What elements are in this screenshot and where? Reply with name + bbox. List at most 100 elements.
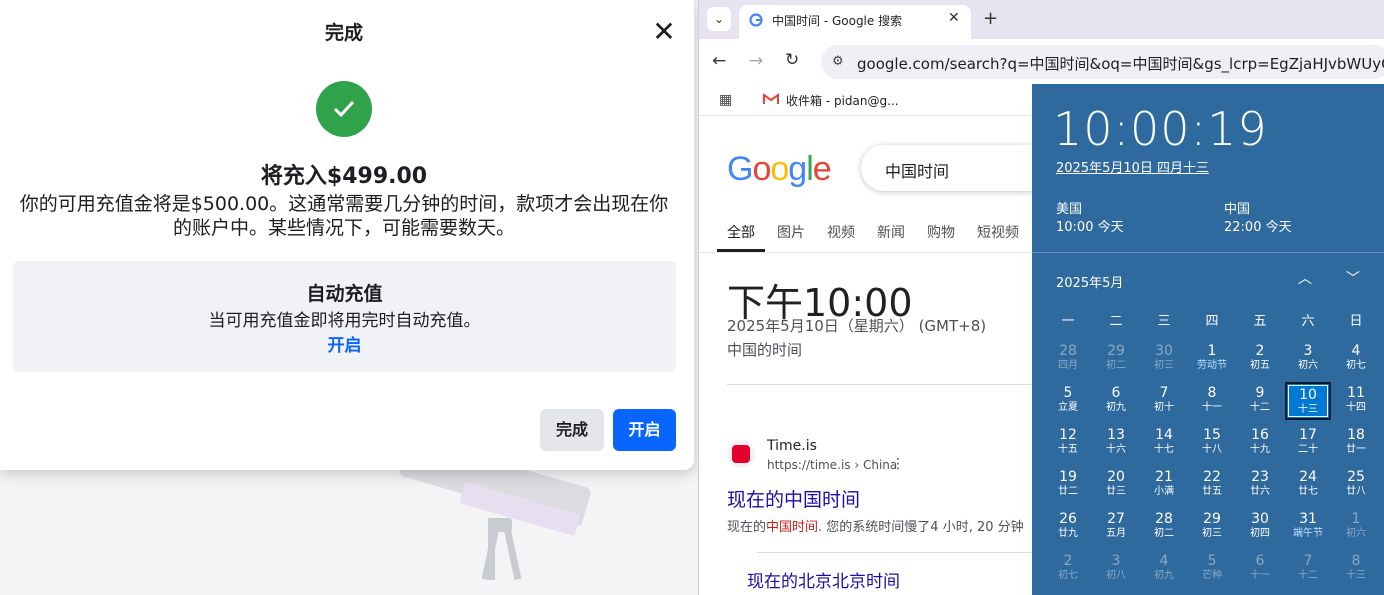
- calendar-day[interactable]: 28 四月: [1045, 340, 1091, 378]
- calendar-day[interactable]: 25 廿八: [1333, 466, 1379, 504]
- day-number: 2: [1255, 343, 1265, 359]
- address-bar[interactable]: ⚙ google.com/search?q=中国时间&oq=中国时间&gs_lc…: [821, 45, 1384, 79]
- search-query[interactable]: 中国时间: [885, 158, 949, 182]
- calendar-day[interactable]: 16 十九: [1237, 424, 1283, 462]
- day-number: 6: [1255, 553, 1265, 569]
- day-number: 9: [1255, 385, 1265, 401]
- lunar-date: 四月: [1058, 360, 1078, 371]
- calendar-day[interactable]: 6 初九: [1093, 382, 1139, 420]
- weekday-label: 四: [1205, 314, 1219, 329]
- world-clock-name: 中国: [1224, 202, 1251, 217]
- result-url[interactable]: https://time.is › China: [767, 458, 897, 472]
- calendar-day[interactable]: 6 十一: [1237, 550, 1283, 588]
- search-tab[interactable]: 图片: [777, 222, 805, 242]
- google-logo-letter: G: [727, 150, 753, 188]
- calendar-day[interactable]: 12 十五: [1045, 424, 1091, 462]
- chevron-down-icon[interactable]: ﹀: [1346, 268, 1360, 288]
- calendar-day[interactable]: 17 二十: [1285, 424, 1331, 462]
- result-title-2[interactable]: 现在的北京北京时间: [747, 567, 900, 592]
- bookmark-gmail[interactable]: 收件箱 - pidan@g...: [786, 92, 899, 109]
- calendar-day[interactable]: 1 劳动节: [1189, 340, 1235, 378]
- calendar-day[interactable]: 15 十八: [1189, 424, 1235, 462]
- google-logo[interactable]: Google: [727, 150, 832, 189]
- tab-search-chevron-icon[interactable]: ⌄: [707, 7, 731, 31]
- search-tab[interactable]: 短视频: [977, 222, 1019, 242]
- forward-arrow-icon[interactable]: →: [749, 51, 763, 71]
- lunar-date: 芒种: [1202, 570, 1222, 581]
- calendar-day[interactable]: 27 五月: [1093, 508, 1139, 546]
- lunar-date: 初三: [1154, 360, 1174, 371]
- result-site-name[interactable]: Time.is: [767, 438, 817, 454]
- calendar-day[interactable]: 22 廿五: [1189, 466, 1235, 504]
- tab-close-icon[interactable]: ✕: [948, 10, 960, 26]
- calendar-day[interactable]: 2 初五: [1237, 340, 1283, 378]
- auto-recharge-card: 自动充值 当可用充值金即将用完时自动充值。 开启: [13, 261, 676, 372]
- enable-button[interactable]: 开启: [613, 409, 676, 451]
- calendar-day[interactable]: 26 廿九: [1045, 508, 1091, 546]
- calendar-day[interactable]: 30 初三: [1141, 340, 1187, 378]
- lunar-date: 初七: [1346, 360, 1366, 371]
- back-arrow-icon[interactable]: ←: [712, 51, 726, 71]
- calendar-day[interactable]: 4 初九: [1141, 550, 1187, 588]
- screen: 完成 ✕ 将充入$499.00 你的可用充值金将是$500.00。这通常需要几分…: [0, 0, 1384, 595]
- result-title[interactable]: 现在的中国时间: [727, 485, 860, 512]
- calendar-day[interactable]: 28 初二: [1141, 508, 1187, 546]
- calendar-day[interactable]: 3 初八: [1093, 550, 1139, 588]
- calendar-day[interactable]: 20 廿三: [1093, 466, 1139, 504]
- site-settings-icon[interactable]: ⚙: [832, 54, 844, 69]
- more-options-icon[interactable]: ⋮: [891, 456, 905, 472]
- clock-date-link[interactable]: 2025年5月10日 四月十三: [1056, 157, 1209, 176]
- calendar-day[interactable]: 8 十一: [1189, 382, 1235, 420]
- facebook-page: 完成 ✕ 将充入$499.00 你的可用充值金将是$500.00。这通常需要几分…: [0, 0, 698, 595]
- calendar-day[interactable]: 29 初三: [1189, 508, 1235, 546]
- calendar-day[interactable]: 19 廿二: [1045, 466, 1091, 504]
- world-clock-name: 美国: [1056, 202, 1083, 217]
- calendar-day-today[interactable]: 10 十三: [1285, 382, 1331, 420]
- chevron-up-icon[interactable]: ︿: [1298, 268, 1312, 288]
- search-tab[interactable]: 视频: [827, 222, 855, 242]
- calendar-day[interactable]: 5 立夏: [1045, 382, 1091, 420]
- calendar-day[interactable]: 23 廿六: [1237, 466, 1283, 504]
- new-tab-icon[interactable]: +: [983, 8, 998, 29]
- google-logo-letter: g: [788, 150, 807, 188]
- calendar-day[interactable]: 7 初十: [1141, 382, 1187, 420]
- search-tab[interactable]: 购物: [927, 222, 955, 242]
- calendar-day[interactable]: 13 十六: [1093, 424, 1139, 462]
- calendar-day[interactable]: 21 小满: [1141, 466, 1187, 504]
- lunar-date: 廿七: [1298, 486, 1318, 497]
- calendar-day[interactable]: 29 初二: [1093, 340, 1139, 378]
- calendar-day[interactable]: 1 初六: [1333, 508, 1379, 546]
- calendar-day[interactable]: 5 芒种: [1189, 550, 1235, 588]
- calendar-day[interactable]: 30 初四: [1237, 508, 1283, 546]
- done-button[interactable]: 完成: [540, 409, 604, 451]
- close-icon[interactable]: ✕: [650, 18, 678, 46]
- search-tab[interactable]: 全部: [727, 222, 755, 242]
- day-number: 18: [1347, 427, 1365, 443]
- calendar-day[interactable]: 3 初六: [1285, 340, 1331, 378]
- address-bar-url[interactable]: google.com/search?q=中国时间&oq=中国时间&gs_lcrp…: [857, 53, 1384, 74]
- snippet-highlight: 中国时间: [766, 520, 819, 535]
- calendar-day[interactable]: 2 初七: [1045, 550, 1091, 588]
- day-number: 13: [1107, 427, 1125, 443]
- calendar-day[interactable]: 14 十七: [1141, 424, 1187, 462]
- calendar-day[interactable]: 9 十二: [1237, 382, 1283, 420]
- tab-google-search[interactable]: 中国时间 - Google 搜索 ✕: [739, 5, 971, 39]
- auto-recharge-enable-link[interactable]: 开启: [13, 331, 676, 356]
- day-number: 23: [1251, 469, 1269, 485]
- search-tab[interactable]: 新闻: [877, 222, 905, 242]
- calendar-day[interactable]: 31 端午节: [1285, 508, 1331, 546]
- weekday-label: 二: [1109, 314, 1123, 329]
- world-clock-time: 10:00 今天: [1056, 220, 1124, 235]
- reload-icon[interactable]: ↻: [785, 50, 799, 70]
- calendar-day[interactable]: 8 十三: [1333, 550, 1379, 588]
- calendar-day[interactable]: 7 十二: [1285, 550, 1331, 588]
- lunar-date: 初二: [1154, 528, 1174, 539]
- apps-grid-icon[interactable]: ▦: [719, 92, 732, 108]
- calendar-day[interactable]: 24 廿七: [1285, 466, 1331, 504]
- lunar-date: 十二: [1250, 402, 1270, 413]
- calendar-day[interactable]: 11 十四: [1333, 382, 1379, 420]
- day-number: 21: [1155, 469, 1173, 485]
- calendar-month-title[interactable]: 2025年5月: [1056, 272, 1123, 291]
- calendar-day[interactable]: 18 廿一: [1333, 424, 1379, 462]
- calendar-day[interactable]: 4 初七: [1333, 340, 1379, 378]
